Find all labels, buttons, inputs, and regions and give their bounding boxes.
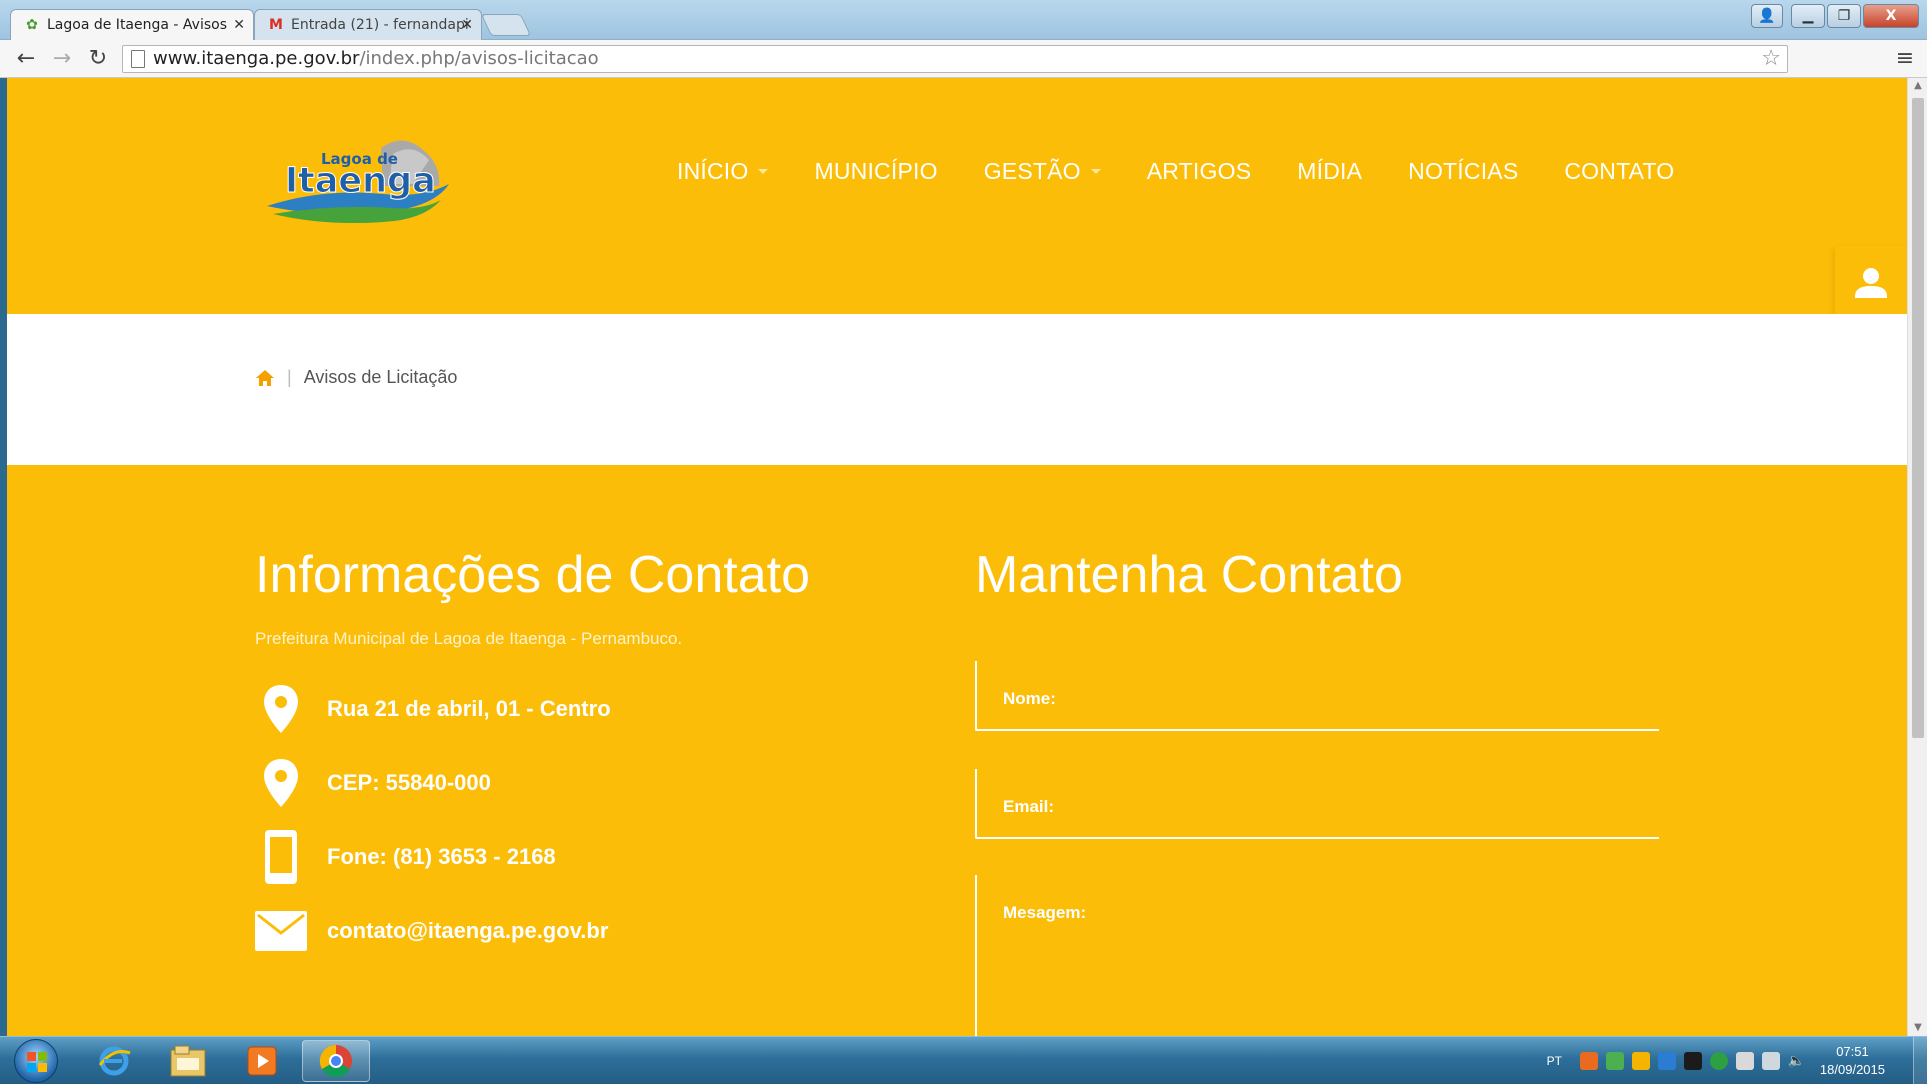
show-desktop-button[interactable]	[1913, 1037, 1927, 1084]
message-field-label: Mesagem:	[1003, 903, 1087, 922]
language-indicator[interactable]: PT	[1547, 1054, 1562, 1068]
nav-noticias[interactable]: NOTÍCIAS	[1408, 158, 1518, 185]
power-icon[interactable]	[1761, 1052, 1780, 1070]
breadcrumb-separator: |	[287, 367, 292, 387]
windows-taskbar: PT 🔈 07:51 18/09/2015	[0, 1036, 1927, 1084]
mobile-phone-icon	[255, 830, 307, 884]
file-explorer-icon[interactable]	[154, 1040, 222, 1082]
tab-lagoa-itaenga[interactable]: ✿ Lagoa de Itaenga - Avisos ✕	[10, 9, 254, 40]
page-icon	[131, 50, 145, 68]
site-header: Lagoa de Itaenga INÍCIO MUNICÍPIO GESTÃO…	[7, 78, 1907, 318]
chevron-down-icon	[758, 169, 769, 174]
tab-title: Entrada (21) - fernandapi	[291, 17, 469, 33]
nav-midia[interactable]: MÍDIA	[1297, 158, 1362, 185]
home-icon[interactable]	[255, 369, 275, 387]
tray-app-icon[interactable]	[1657, 1052, 1676, 1070]
name-field-label: Nome:	[1003, 689, 1056, 708]
close-window-button[interactable]: X	[1863, 4, 1919, 28]
media-player-icon[interactable]	[228, 1040, 296, 1082]
contact-intro: Prefeitura Municipal de Lagoa de Itaenga…	[255, 629, 683, 648]
window-controls: 👤 ▁ ❐ X	[1751, 4, 1919, 28]
shield-icon[interactable]	[1709, 1052, 1728, 1070]
close-icon[interactable]: ✕	[461, 10, 473, 40]
maximize-button[interactable]: ❐	[1827, 4, 1861, 28]
browser-titlebar: ✿ Lagoa de Itaenga - Avisos ✕ M Entrada …	[0, 0, 1927, 40]
email-row: contato@itaenga.pe.gov.br	[255, 905, 608, 957]
speaker-icon[interactable]: 🔈	[1788, 1052, 1806, 1070]
phone-text: Fone: (81) 3653 - 2168	[327, 844, 556, 869]
breadcrumb: | Avisos de Licitação	[255, 367, 457, 388]
contact-form-title: Mantenha Contato	[975, 546, 1403, 604]
nav-artigos[interactable]: ARTIGOS	[1147, 158, 1252, 185]
site-logo[interactable]: Lagoa de Itaenga	[263, 136, 453, 228]
contact-info-title: Informações de Contato	[255, 546, 810, 604]
logo-big-text: Itaenga	[285, 161, 436, 201]
user-icon	[1855, 268, 1887, 298]
login-panel-button[interactable]	[1835, 246, 1907, 318]
forward-arrow-icon[interactable]: →	[48, 45, 76, 73]
name-field[interactable]: Nome:	[975, 661, 1659, 731]
chevron-down-icon	[1090, 169, 1101, 174]
site-favicon-icon: ✿	[26, 17, 38, 33]
scroll-up-icon[interactable]: ▲	[1908, 78, 1927, 94]
nav-municipio[interactable]: MUNICÍPIO	[814, 158, 937, 185]
close-icon[interactable]: ✕	[233, 10, 245, 40]
tab-gmail[interactable]: M Entrada (21) - fernandapi ✕	[254, 9, 482, 40]
internet-explorer-icon[interactable]	[80, 1040, 148, 1082]
page-scrollbar[interactable]: ▲ ▼	[1907, 78, 1927, 1036]
new-tab-button[interactable]	[480, 14, 532, 36]
nav-inicio[interactable]: INÍCIO	[677, 158, 769, 185]
address-bar[interactable]: www.itaenga.pe.gov.br/index.php/avisos-l…	[122, 45, 1788, 73]
address-text: Rua 21 de abril, 01 - Centro	[327, 696, 611, 721]
breadcrumb-current: Avisos de Licitação	[303, 367, 458, 387]
page-viewport: Lagoa de Itaenga INÍCIO MUNICÍPIO GESTÃO…	[7, 78, 1907, 1036]
email-text[interactable]: contato@itaenga.pe.gov.br	[327, 918, 608, 944]
envelope-icon	[255, 905, 307, 957]
cep-row: CEP: 55840-000	[255, 757, 491, 809]
address-row: Rua 21 de abril, 01 - Centro	[255, 683, 611, 735]
nav-gestao[interactable]: GESTÃO	[984, 158, 1101, 185]
contact-section: Informações de Contato Prefeitura Munici…	[7, 465, 1907, 1036]
breadcrumb-band: | Avisos de Licitação	[7, 314, 1907, 465]
cep-text: CEP: 55840-000	[327, 770, 491, 795]
tray-network-icon[interactable]	[1605, 1052, 1624, 1070]
system-clock[interactable]: 07:51 18/09/2015	[1820, 1043, 1885, 1079]
gmail-icon: M	[269, 17, 283, 33]
tray-app-icon[interactable]	[1579, 1052, 1598, 1070]
scroll-down-icon[interactable]: ▼	[1908, 1020, 1927, 1036]
bookmark-star-icon[interactable]: ☆	[1761, 46, 1781, 72]
chrome-icon[interactable]	[302, 1040, 370, 1082]
nav-contato[interactable]: CONTATO	[1564, 158, 1674, 185]
message-field[interactable]: Mesagem:	[975, 875, 1659, 1036]
phone-row: Fone: (81) 3653 - 2168	[255, 830, 556, 884]
clock-date: 18/09/2015	[1819, 1062, 1885, 1077]
user-profile-icon[interactable]: 👤	[1751, 4, 1783, 28]
map-pin-icon	[255, 683, 307, 735]
menu-icon[interactable]: ≡	[1893, 46, 1917, 72]
tray-app-icon[interactable]	[1683, 1052, 1702, 1070]
scrollbar-thumb[interactable]	[1912, 98, 1924, 738]
flag-icon[interactable]	[1735, 1052, 1754, 1070]
url-text: www.itaenga.pe.gov.br/index.php/avisos-l…	[153, 48, 599, 69]
email-field[interactable]: Email:	[975, 769, 1659, 839]
reload-icon[interactable]: ↻	[84, 45, 112, 73]
tray-app-icon[interactable]	[1631, 1052, 1650, 1070]
browser-toolbar: ← → ↻ www.itaenga.pe.gov.br/index.php/av…	[0, 40, 1927, 78]
windows-logo-icon	[27, 1052, 47, 1072]
email-field-label: Email:	[1003, 797, 1055, 816]
tab-title: Lagoa de Itaenga - Avisos	[47, 17, 227, 33]
start-button[interactable]	[14, 1039, 58, 1083]
map-pin-icon	[255, 757, 307, 809]
clock-time: 07:51	[1836, 1044, 1869, 1059]
system-tray: PT 🔈 07:51 18/09/2015	[1547, 1037, 1927, 1084]
back-arrow-icon[interactable]: ←	[12, 45, 40, 73]
minimize-button[interactable]: ▁	[1791, 4, 1825, 28]
main-navigation: INÍCIO MUNICÍPIO GESTÃO ARTIGOS MÍDIA NO…	[677, 158, 1674, 185]
